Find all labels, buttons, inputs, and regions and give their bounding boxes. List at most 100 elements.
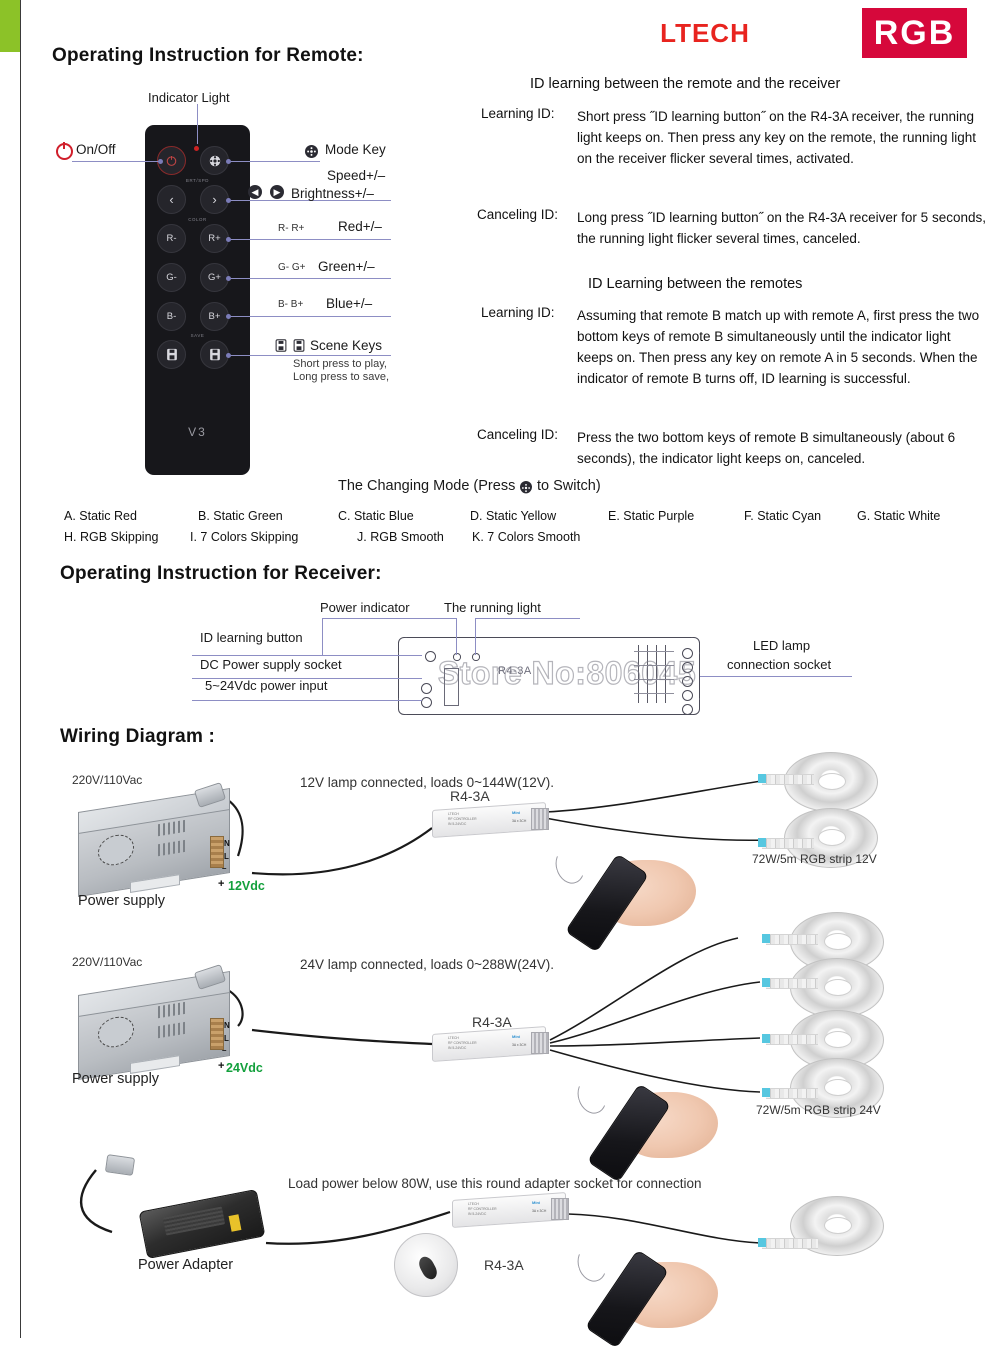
callout-mode-key: Mode Key <box>325 142 386 157</box>
led-strip-tail <box>766 978 818 989</box>
mode-item-g: G. Static White <box>857 509 941 523</box>
mode-item-i: I. 7 Colors Skipping <box>190 530 299 544</box>
text-canceling-id-2: Press the two bottom keys of remote B si… <box>577 430 956 466</box>
ac-input-label-24v: 220V/110Vac <box>72 955 143 969</box>
mode-item-j: J. RGB Smooth <box>357 530 444 544</box>
mode-item-k: K. 7 Colors Smooth <box>472 530 581 544</box>
text-canceling-id-1: Long press ˝ID learning button˝ on the R… <box>577 210 986 246</box>
leader-dot <box>226 237 231 242</box>
mode-item-d: D. Static Yellow <box>470 509 557 523</box>
callout-scene-short-press: Short press to play, <box>293 358 387 370</box>
controller-label-24v: R4-3A <box>472 1014 512 1030</box>
remote-button-next[interactable]: › <box>200 185 229 214</box>
ac-input-label-12v: 220V/110Vac <box>72 773 143 787</box>
remote-button-scene-2[interactable] <box>200 340 229 369</box>
remote-button-red-minus[interactable]: R- <box>157 224 186 253</box>
power-icon <box>166 155 177 166</box>
leader-power-indicator-drop <box>456 618 457 655</box>
dc-output-label-12v: 12Vdc <box>228 879 265 893</box>
receiver-id-button-hole <box>425 651 436 662</box>
leader-mode <box>228 161 320 162</box>
dc-output-label-24v: 24Vdc <box>226 1061 263 1075</box>
psu-label-12v: Power supply <box>78 893 166 909</box>
callout-power-indicator: Power indicator <box>320 600 410 615</box>
mode-item-f: F. Static Cyan <box>744 509 822 523</box>
callout-red: Red+/– <box>338 219 382 234</box>
leader-dot <box>226 159 231 164</box>
leader-running-light-h <box>475 618 580 619</box>
leader-dot <box>226 353 231 358</box>
callout-id-learning-button: ID learning button <box>200 630 303 645</box>
remote-button-prev[interactable]: ‹ <box>157 185 186 214</box>
leader-dot <box>226 198 231 203</box>
callout-power-input: 5~24Vdc power input <box>205 678 328 693</box>
led-strip-connector <box>758 774 766 783</box>
label-learning-id-1: Learning ID: <box>481 106 555 121</box>
receiver-dc-terminal-block <box>444 668 459 706</box>
remote-button-red-plus[interactable]: R+ <box>200 224 229 253</box>
title-id-learning-receiver: ID learning between the remote and the r… <box>530 76 841 92</box>
led-strip-tail <box>766 934 818 945</box>
receiver-output-terminal-block <box>634 645 674 705</box>
rf-signal-icon <box>573 1242 611 1286</box>
terminal-n-24v: N <box>224 1021 230 1030</box>
power-symbol-icon <box>56 142 73 160</box>
callout-blue-keys: B- B+ <box>278 299 304 310</box>
callout-scene-keys: Scene Keys <box>310 338 383 353</box>
remote-version-label: V3 <box>188 425 207 439</box>
led-strip-tail <box>766 1034 818 1045</box>
receiver-led-socket-hole <box>682 704 693 715</box>
rgb-badge: RGB <box>862 8 967 58</box>
receiver-model-marking: R4-3A <box>498 665 532 677</box>
arrow-left-glyph-icon: ◀ <box>248 185 262 199</box>
scene-glyph-2-icon <box>293 339 305 357</box>
leader-led-socket <box>700 676 852 677</box>
leader-dot <box>158 159 163 164</box>
load-note-24v: 24V lamp connected, loads 0~288W(24V). <box>300 957 555 972</box>
remote-button-mode[interactable] <box>200 146 229 175</box>
mode-key-glyph-inline-icon <box>520 481 532 494</box>
strip-spec-24v: 72W/5m RGB strip 24V <box>756 1103 881 1117</box>
callout-on-off: On/Off <box>76 142 116 157</box>
leader-power-indicator-v <box>322 618 323 655</box>
callout-led-socket-line2: connection socket <box>727 657 832 672</box>
load-note-12v: 12V lamp connected, loads 0~144W(12V). <box>300 775 555 790</box>
changing-mode-title-before: The Changing Mode (Press <box>338 478 516 494</box>
remote-group-label-color: COLOR <box>188 217 207 222</box>
mode-key-glyph-icon <box>305 145 318 158</box>
controller-output-terminals-24v <box>531 1032 549 1054</box>
terminal-minus-12v: – <box>222 864 227 873</box>
terminal-plus-24v: + <box>218 1060 225 1072</box>
leader-green <box>228 278 391 279</box>
terminal-l-24v: L <box>224 1034 229 1043</box>
document-page: LTECH RGB Operating Instruction for Remo… <box>0 0 1000 1349</box>
receiver-power-input-hole <box>421 697 432 708</box>
led-strip-tail <box>762 838 814 849</box>
mode-item-c: C. Static Blue <box>338 509 414 523</box>
remote-button-green-minus[interactable]: G- <box>157 263 186 292</box>
callout-indicator-light: Indicator Light <box>148 90 230 105</box>
callout-scene-long-press: Long press to save, <box>293 371 390 383</box>
remote-button-green-plus[interactable]: G+ <box>200 263 229 292</box>
remote-button-scene-1[interactable] <box>157 340 186 369</box>
terminal-minus-24v: – <box>222 1046 227 1055</box>
label-learning-id-2: Learning ID: <box>481 305 555 320</box>
callout-dc-power-socket: DC Power supply socket <box>200 657 342 672</box>
remote-button-blue-plus[interactable]: B+ <box>200 302 229 331</box>
terminal-n-12v: N <box>224 839 230 848</box>
remote-group-label-brtspd: BRT/SPD <box>185 178 210 183</box>
mode-item-b: B. Static Green <box>198 509 283 523</box>
remote-group-label-save: SAVE <box>190 333 205 338</box>
leader-red <box>228 239 391 240</box>
leader-power-input <box>192 700 422 701</box>
callout-green-keys: G- G+ <box>278 262 306 273</box>
receiver-led-socket-hole <box>682 690 693 701</box>
adapter-label: Power Adapter <box>138 1257 234 1273</box>
leader-scene <box>228 355 391 356</box>
receiver-dc-socket-hole <box>421 683 432 694</box>
rf-signal-icon <box>551 844 589 888</box>
led-strip-connector <box>762 1088 770 1097</box>
remote-button-blue-minus[interactable]: B- <box>157 302 186 331</box>
controller-label-adapter: R4-3A <box>484 1257 524 1273</box>
chevron-left-icon: ‹ <box>169 192 174 207</box>
